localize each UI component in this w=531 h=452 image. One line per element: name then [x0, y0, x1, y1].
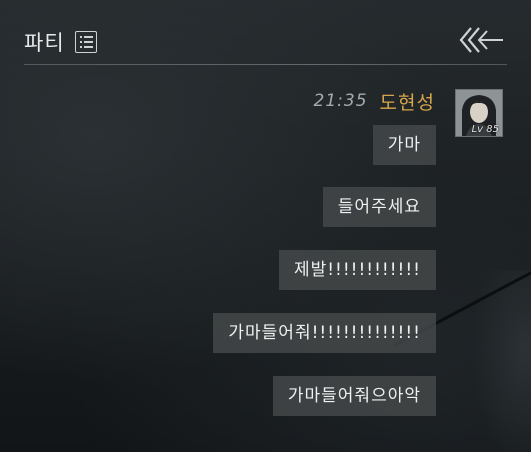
sender-name[interactable]: 도현성 [380, 88, 435, 115]
party-chat-panel: 파티 21:35 도현성 Lv 85 가마 들어주세요 제발!!!!!!!!!!… [0, 0, 531, 452]
avatar-level: Lv 85 [471, 124, 499, 135]
back-arrow-icon[interactable] [459, 24, 505, 56]
list-icon[interactable] [74, 31, 97, 53]
channel-title: 파티 [24, 31, 65, 55]
chat-bubble: 들어주세요 [322, 187, 436, 227]
avatar[interactable]: Lv 85 [455, 89, 503, 137]
chat-bubble: 제발!!!!!!!!!!!! [278, 250, 436, 290]
chat-bubble: 가마들어줘!!!!!!!!!!!!!! [213, 313, 436, 353]
message-timestamp: 21:35 [313, 91, 368, 111]
chat-bubble: 가마 [372, 125, 436, 165]
chat-bubble: 가마들어줘으아악 [272, 376, 436, 416]
header-divider [24, 64, 507, 65]
chat-header: 파티 [24, 22, 97, 62]
message-meta: 21:35 도현성 [314, 88, 435, 114]
